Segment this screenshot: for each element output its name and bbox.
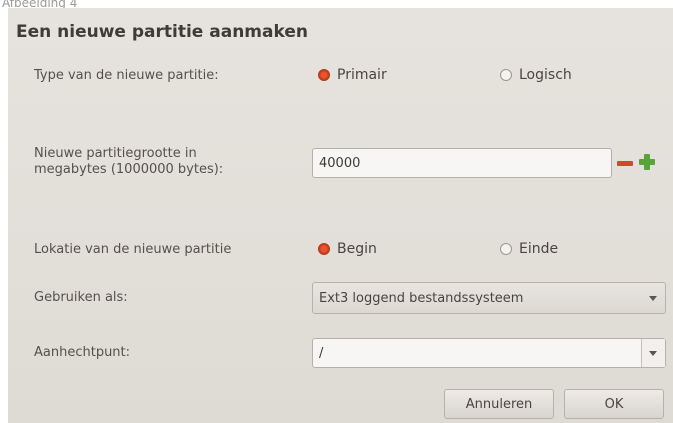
filesystem-select-value: Ext3 loggend bestandssysteem: [319, 290, 524, 306]
create-partition-dialog: Een nieuwe partitie aanmaken Type van de…: [8, 8, 673, 423]
chevron-down-icon: [649, 296, 657, 301]
dialog-title: Een nieuwe partitie aanmaken: [16, 22, 308, 42]
filesystem-select[interactable]: Ext3 loggend bestandssysteem: [312, 282, 666, 314]
radio-begin-label: Begin: [337, 241, 377, 257]
mount-point-value: /: [319, 345, 324, 361]
minus-icon: [617, 160, 633, 166]
partition-type-label: Type van de nieuwe partitie:: [34, 68, 219, 83]
increase-size-button[interactable]: [638, 153, 656, 171]
partition-location-label: Lokatie van de nieuwe partitie: [34, 242, 232, 257]
partition-size-value: 40000: [319, 155, 361, 171]
radio-logical[interactable]: Logisch: [500, 67, 572, 83]
radio-begin[interactable]: Begin: [318, 241, 377, 257]
partition-size-label-line1: Nieuwe partitiegrootte in: [34, 146, 197, 161]
partition-size-input[interactable]: 40000: [312, 148, 612, 178]
ok-button[interactable]: OK: [564, 389, 664, 419]
partition-size-label: Nieuwe partitiegrootte in megabytes (100…: [34, 146, 223, 178]
radio-primary[interactable]: Primair: [318, 67, 387, 83]
radio-primary-indicator: [318, 69, 330, 81]
radio-begin-indicator: [318, 243, 330, 255]
mount-point-combo[interactable]: /: [312, 338, 666, 368]
cancel-button[interactable]: Annuleren: [444, 389, 554, 419]
radio-end[interactable]: Einde: [500, 241, 558, 257]
radio-primary-label: Primair: [337, 67, 387, 83]
mount-point-dropdown-button[interactable]: [641, 339, 665, 367]
radio-end-indicator: [500, 243, 512, 255]
radio-logical-label: Logisch: [519, 67, 572, 83]
decrease-size-button[interactable]: [616, 154, 634, 172]
plus-icon: [639, 154, 655, 170]
chevron-down-icon: [649, 351, 657, 356]
mount-point-label: Aanhechtpunt:: [34, 345, 131, 360]
radio-end-label: Einde: [519, 241, 559, 257]
partition-size-label-line2: megabytes (1000000 bytes):: [34, 162, 224, 177]
use-as-label: Gebruiken als:: [34, 290, 128, 305]
radio-logical-indicator: [500, 69, 512, 81]
